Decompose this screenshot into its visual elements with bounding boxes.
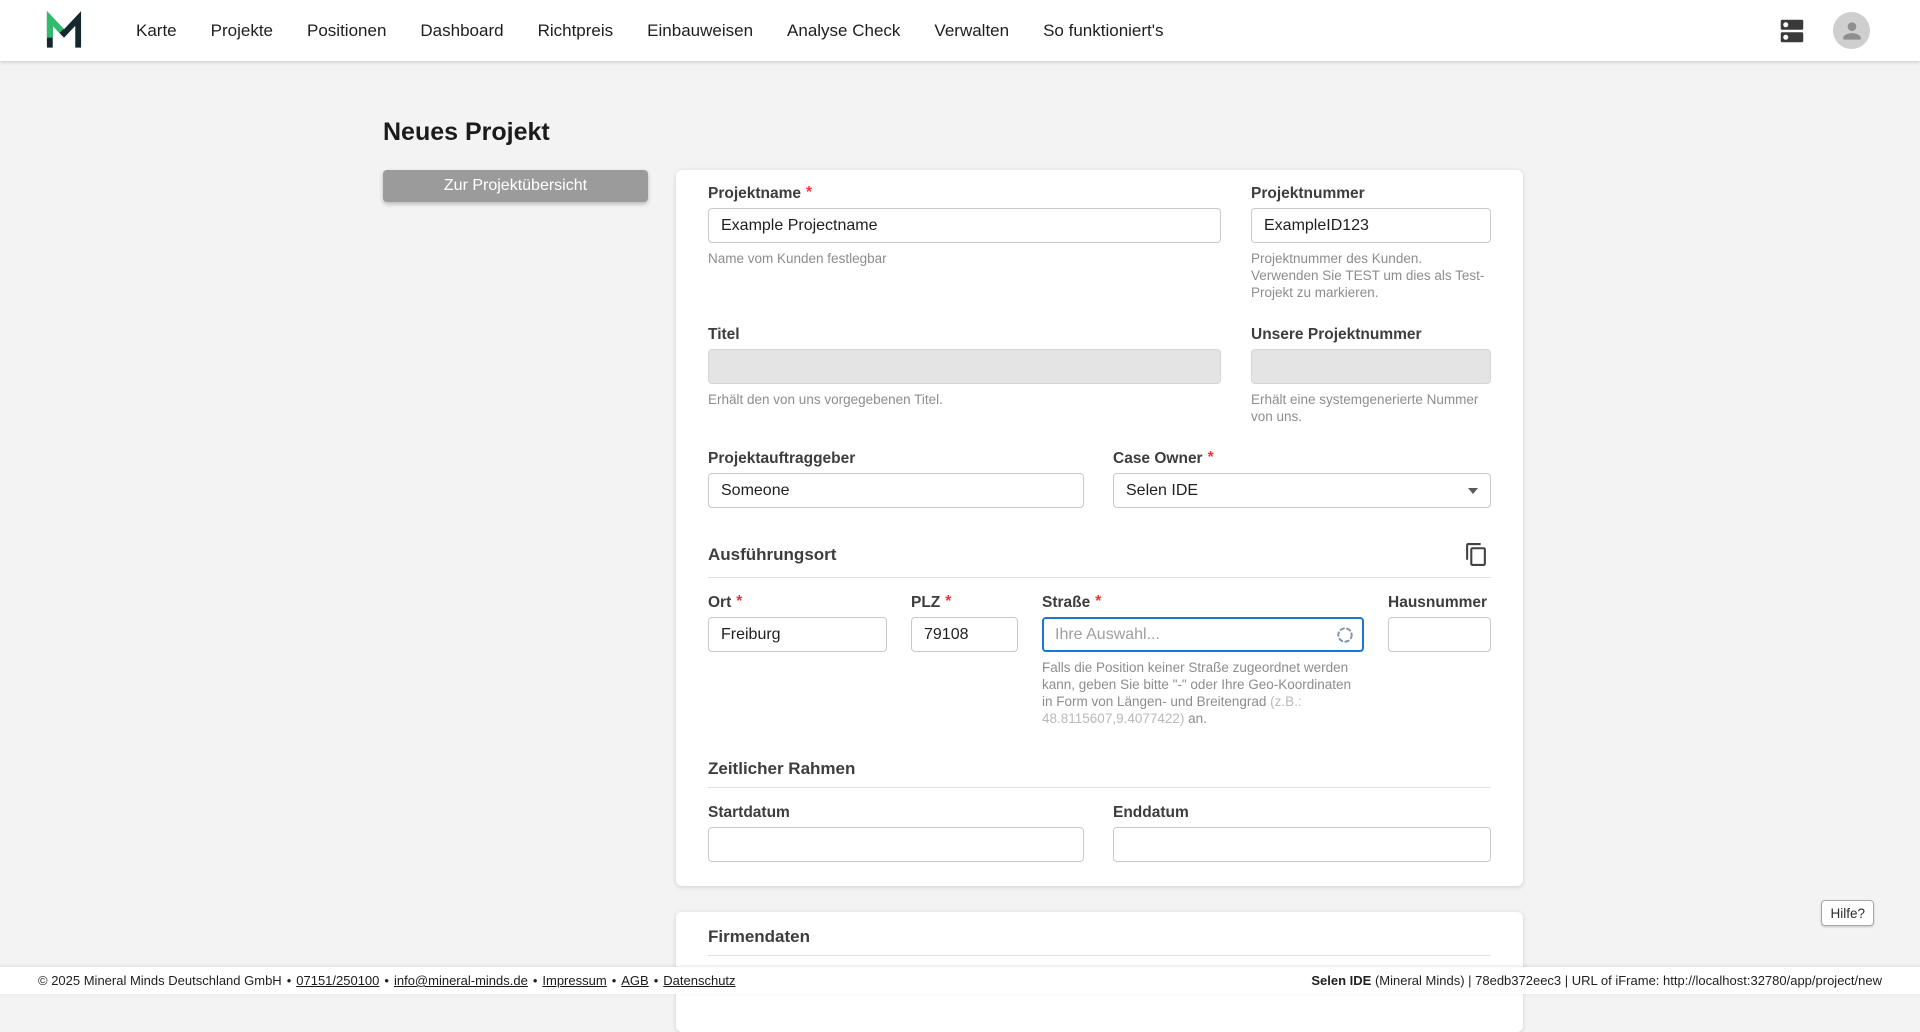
server-icon[interactable] (1775, 14, 1809, 48)
footer-agb-link[interactable]: AGB (621, 973, 648, 988)
footer-impressum-link[interactable]: Impressum (542, 973, 606, 988)
navbar-right (1775, 12, 1870, 49)
bullet-separator: • (384, 973, 389, 988)
field-startdatum: Startdatum (708, 804, 1084, 862)
footer-left: © 2025 Mineral Minds Deutschland GmbH • … (38, 973, 736, 988)
project-overview-button[interactable]: Zur Projektübersicht (383, 170, 648, 202)
strasse-helper: Falls die Position keiner Straße zugeord… (1042, 659, 1364, 727)
session-user: Selen IDE (1311, 973, 1371, 988)
main-content: Neues Projekt Zur Projektübersicht Proje… (383, 118, 1523, 1032)
bullet-separator: • (533, 973, 538, 988)
field-unsere-projektnummer: Unsere Projektnummer Erhält eine systemg… (1251, 326, 1491, 425)
nav-item-so-funktionierts[interactable]: So funktioniert's (1043, 21, 1163, 41)
field-plz: PLZ * (911, 594, 1018, 652)
titel-helper: Erhält den von uns vorgegebenen Titel. (708, 391, 1221, 408)
chevron-down-icon (1468, 488, 1478, 494)
nav-item-analyse-check[interactable]: Analyse Check (787, 21, 900, 41)
projektauftraggeber-label: Projektauftraggeber (708, 450, 855, 468)
case-owner-value: Selen IDE (1126, 482, 1198, 500)
projektnummer-input[interactable] (1251, 208, 1491, 243)
section-zeitlicher-rahmen-header: Zeitlicher Rahmen (708, 759, 1491, 788)
required-asterisk: * (1095, 593, 1101, 611)
field-strasse: Straße * (1042, 594, 1364, 652)
field-projektname: Projektname * Name vom Kunden festlegbar (708, 185, 1221, 301)
field-ort: Ort * (708, 594, 887, 652)
titel-input (708, 349, 1221, 384)
user-avatar[interactable] (1833, 12, 1870, 49)
projektname-label: Projektname (708, 185, 801, 203)
bullet-separator: • (654, 973, 659, 988)
nav-item-richtpreis[interactable]: Richtpreis (538, 21, 614, 41)
copy-location-button[interactable] (1462, 540, 1491, 569)
field-case-owner: Case Owner * Selen IDE (1113, 450, 1491, 508)
ort-label: Ort (708, 594, 731, 612)
nav-item-einbauweisen[interactable]: Einbauweisen (647, 21, 753, 41)
unsere-projektnummer-helper: Erhält eine systemgenerierte Nummer von … (1251, 391, 1491, 425)
required-asterisk: * (806, 184, 812, 202)
footer-email-link[interactable]: info@mineral-minds.de (394, 973, 528, 988)
loading-spinner-icon (1335, 625, 1355, 645)
case-owner-select[interactable]: Selen IDE (1113, 473, 1491, 508)
startdatum-input[interactable] (708, 827, 1084, 862)
copy-icon (1464, 542, 1489, 567)
footer: © 2025 Mineral Minds Deutschland GmbH • … (0, 967, 1920, 994)
projektauftraggeber-input[interactable] (708, 473, 1084, 508)
startdatum-label: Startdatum (708, 804, 790, 822)
person-icon (1839, 18, 1865, 44)
session-info: Selen IDE (Mineral Minds) | 78edb372eec3… (1311, 973, 1882, 988)
enddatum-label: Enddatum (1113, 804, 1189, 822)
plz-label: PLZ (911, 594, 940, 612)
projektname-helper: Name vom Kunden festlegbar (708, 250, 1221, 267)
copyright-text: © 2025 Mineral Minds Deutschland GmbH (38, 973, 282, 988)
footer-datenschutz-link[interactable]: Datenschutz (663, 973, 735, 988)
nav-item-verwalten[interactable]: Verwalten (934, 21, 1009, 41)
field-hausnummer: Hausnummer (1388, 594, 1491, 652)
nav-item-dashboard[interactable]: Dashboard (420, 21, 503, 41)
case-owner-label: Case Owner (1113, 450, 1203, 468)
nav-item-karte[interactable]: Karte (136, 21, 177, 41)
top-navbar: Karte Projekte Positionen Dashboard Rich… (0, 0, 1920, 61)
project-form-card: Projektname * Name vom Kunden festlegbar… (676, 170, 1523, 886)
help-button[interactable]: Hilfe? (1821, 900, 1874, 926)
plz-input[interactable] (911, 617, 1018, 652)
required-asterisk: * (736, 593, 742, 611)
field-titel: Titel Erhält den von uns vorgegebenen Ti… (708, 326, 1221, 425)
projektnummer-label: Projektnummer (1251, 185, 1365, 203)
hausnummer-input[interactable] (1388, 617, 1491, 652)
section-firmendaten-header: Firmendaten (708, 927, 1491, 956)
titel-label: Titel (708, 326, 740, 344)
section-ausfuehrungsort-header: Ausführungsort (708, 540, 1491, 578)
section-firmendaten-title: Firmendaten (708, 927, 810, 947)
required-asterisk: * (1208, 449, 1214, 467)
nav-item-positionen[interactable]: Positionen (307, 21, 386, 41)
session-details: (Mineral Minds) | 78edb372eec3 | URL of … (1371, 973, 1882, 988)
nav-item-projekte[interactable]: Projekte (211, 21, 273, 41)
projektname-input[interactable] (708, 208, 1221, 243)
field-projektauftraggeber: Projektauftraggeber (708, 450, 1084, 508)
section-ausfuehrungsort-title: Ausführungsort (708, 545, 836, 565)
ort-input[interactable] (708, 617, 887, 652)
field-projektnummer: Projektnummer Projektnummer des Kunden. … (1251, 185, 1491, 301)
bullet-separator: • (287, 973, 292, 988)
brand-logo-icon[interactable] (44, 11, 84, 51)
bullet-separator: • (612, 973, 617, 988)
unsere-projektnummer-input (1251, 349, 1491, 384)
projektnummer-helper: Projektnummer des Kunden. Verwenden Sie … (1251, 250, 1491, 301)
footer-phone-link[interactable]: 07151/250100 (296, 973, 379, 988)
enddatum-input[interactable] (1113, 827, 1491, 862)
unsere-projektnummer-label: Unsere Projektnummer (1251, 326, 1422, 344)
strasse-input[interactable] (1042, 617, 1364, 652)
field-enddatum: Enddatum (1113, 804, 1491, 862)
page-title: Neues Projekt (383, 118, 1523, 147)
main-nav: Karte Projekte Positionen Dashboard Rich… (136, 21, 1164, 41)
strasse-label: Straße (1042, 594, 1090, 612)
required-asterisk: * (945, 593, 951, 611)
hausnummer-label: Hausnummer (1388, 594, 1487, 612)
section-zeitlicher-rahmen-title: Zeitlicher Rahmen (708, 759, 855, 779)
